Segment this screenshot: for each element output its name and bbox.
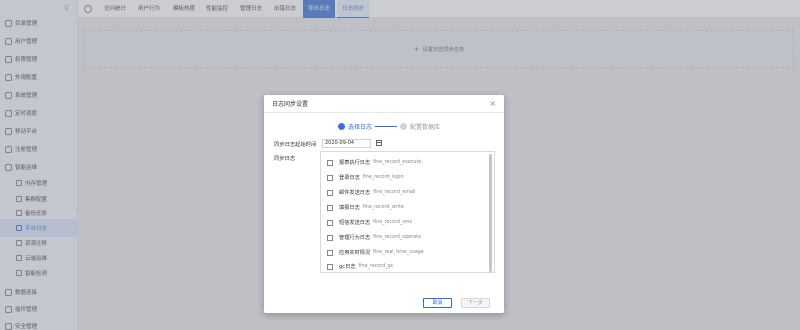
log-table: fine_record_gc xyxy=(358,264,394,269)
log-name: 管理行为日志 xyxy=(339,235,371,241)
dialog-title: 日志同步设置 xyxy=(272,101,309,108)
sync-log-label: 同步日志 xyxy=(274,156,296,162)
log-name: 报表执行日志 xyxy=(339,160,371,166)
log-option[interactable]: 填报日志 fine_record_write xyxy=(327,203,404,212)
log-option[interactable]: 报表执行日志 fine_record_execute xyxy=(327,158,421,167)
scrollbar[interactable] xyxy=(489,154,492,272)
log-option[interactable]: 短信发送日志 fine_record_sms xyxy=(327,218,412,227)
log-name: 短信发送日志 xyxy=(339,220,371,226)
log-table: fine_record_sms xyxy=(373,220,412,225)
checkbox[interactable] xyxy=(327,249,333,256)
log-name: 登录日志 xyxy=(339,175,360,181)
checkbox[interactable] xyxy=(327,189,333,196)
step-indicator: 选择日志 配置数据库 xyxy=(338,121,440,131)
log-table: fine_record_write xyxy=(362,205,404,210)
log-checklist: 报表执行日志 fine_record_execute 登录日志 fine_recor… xyxy=(320,151,495,273)
log-option[interactable]: 登录日志 fine_record_login xyxy=(327,173,404,182)
log-table: fine_record_login xyxy=(362,175,404,180)
log-option[interactable]: 邮件发送日志 fine_record_email xyxy=(327,188,416,197)
log-option[interactable]: 管理行为日志 fine_record_operate xyxy=(327,233,421,242)
log-name: 填报日志 xyxy=(339,205,360,211)
start-date-field[interactable]: 2020-09-04 xyxy=(322,139,371,148)
step-label-select-log: 选择日志 xyxy=(348,123,373,131)
log-name: 应用实时情况 xyxy=(339,250,371,256)
step-inactive-icon xyxy=(400,122,408,130)
checkbox[interactable] xyxy=(327,234,333,241)
start-time-label: 同步日志起始时间 xyxy=(274,142,317,148)
step-connector xyxy=(375,125,398,127)
log-table: fine_record_email xyxy=(373,190,416,195)
checkbox[interactable] xyxy=(327,159,333,166)
log-option[interactable]: 应用实时情况 fine_real_time_usage xyxy=(327,248,424,257)
step-active-icon xyxy=(338,122,345,130)
checkbox[interactable] xyxy=(327,219,333,226)
log-table: fine_real_time_usage xyxy=(373,250,424,255)
log-table: fine_record_execute xyxy=(373,160,422,165)
close-icon[interactable]: × xyxy=(489,99,496,108)
checkbox[interactable] xyxy=(327,263,333,270)
calendar-icon[interactable] xyxy=(376,140,382,146)
checkbox[interactable] xyxy=(327,204,333,211)
log-name: gc日志 xyxy=(339,264,356,270)
next-button[interactable]: 下一步 xyxy=(461,298,490,308)
log-name: 邮件发送日志 xyxy=(339,190,371,196)
step-label-config-db: 配置数据库 xyxy=(410,123,441,131)
log-option[interactable]: gc日志 fine_record_gc xyxy=(327,262,393,271)
cancel-button[interactable]: 取消 xyxy=(423,298,452,308)
checkbox[interactable] xyxy=(327,174,333,181)
log-table: fine_record_operate xyxy=(373,235,421,240)
dialog-header: 日志同步设置 × xyxy=(264,95,504,113)
log-sync-dialog: 日志同步设置 × 选择日志 配置数据库 同步日志起始时间 2020-09-04 … xyxy=(264,95,504,313)
